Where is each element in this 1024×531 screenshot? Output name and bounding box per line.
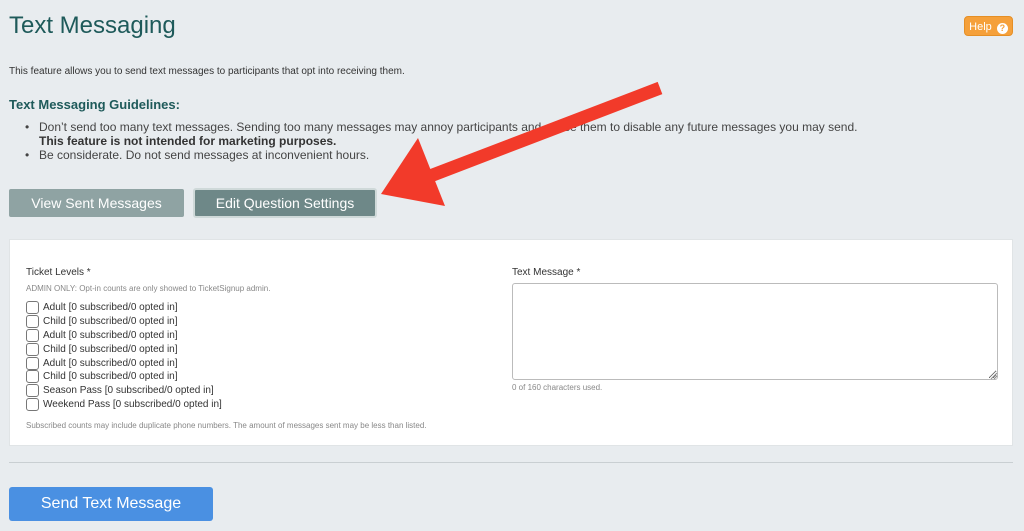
guideline-item: Don’t send too many text messages. Sendi…	[23, 120, 923, 148]
ticket-level-checkbox[interactable]	[26, 384, 39, 398]
ticket-level-label: Child [0 subscribed/0 opted in]	[43, 371, 178, 383]
ticket-level-label: Child [0 subscribed/0 opted in]	[43, 343, 178, 355]
text-message-label: Text Message *	[512, 267, 581, 278]
send-text-message-button[interactable]: Send Text Message	[9, 487, 213, 521]
ticket-level-label: Weekend Pass [0 subscribed/0 opted in]	[43, 398, 222, 410]
question-circle-icon: ?	[996, 23, 1008, 34]
guideline-item: Be considerate. Do not send messages at …	[23, 148, 923, 162]
ticket-level-item[interactable]: Child [0 subscribed/0 opted in]	[26, 370, 222, 384]
view-sent-messages-button[interactable]: View Sent Messages	[9, 189, 184, 217]
ticket-level-checkbox[interactable]	[26, 315, 39, 329]
subscribed-note: Subscribed counts may include duplicate …	[26, 421, 427, 430]
ticket-level-item[interactable]: Adult [0 subscribed/0 opted in]	[26, 328, 222, 343]
page-title: Text Messaging	[9, 12, 176, 39]
divider	[9, 462, 1013, 463]
guideline-strong-text: This feature is not intended for marketi…	[39, 134, 337, 148]
help-label: Help	[969, 21, 992, 33]
ticket-level-item[interactable]: Adult [0 subscribed/0 opted in]	[26, 301, 222, 315]
ticket-level-checkbox[interactable]	[26, 301, 39, 315]
text-message-input[interactable]	[512, 283, 998, 380]
ticket-level-label: Adult [0 subscribed/0 opted in]	[43, 302, 178, 314]
ticket-level-checkbox[interactable]	[26, 370, 39, 384]
character-count: 0 of 160 characters used.	[512, 383, 603, 392]
message-form-panel: Ticket Levels * ADMIN ONLY: Opt-in count…	[9, 239, 1013, 446]
ticket-level-item[interactable]: Adult [0 subscribed/0 opted in]	[26, 356, 222, 370]
ticket-levels-label: Ticket Levels *	[26, 267, 91, 278]
ticket-level-label: Adult [0 subscribed/0 opted in]	[43, 357, 178, 369]
help-button[interactable]: Help ?	[964, 16, 1013, 36]
ticket-level-item[interactable]: Weekend Pass [0 subscribed/0 opted in]	[26, 397, 222, 412]
ticket-level-checkbox[interactable]	[26, 342, 39, 356]
ticket-level-checkbox[interactable]	[26, 356, 39, 370]
resize-grip-icon[interactable]	[990, 372, 998, 380]
admin-note: ADMIN ONLY: Opt-in counts are only showe…	[26, 284, 271, 293]
guidelines-list: Don’t send too many text messages. Sendi…	[23, 120, 923, 162]
guideline-text: Be considerate. Do not send messages at …	[39, 148, 370, 162]
ticket-level-checkbox[interactable]	[26, 397, 39, 411]
guideline-text: Don’t send too many text messages. Sendi…	[39, 120, 858, 134]
ticket-level-item[interactable]: Child [0 subscribed/0 opted in]	[26, 315, 222, 329]
ticket-level-label: Season Pass [0 subscribed/0 opted in]	[43, 385, 214, 397]
edit-question-settings-button[interactable]: Edit Question Settings	[193, 188, 377, 218]
guidelines-title: Text Messaging Guidelines:	[9, 97, 180, 112]
ticket-level-checkbox[interactable]	[26, 328, 39, 342]
ticket-level-item[interactable]: Child [0 subscribed/0 opted in]	[26, 342, 222, 356]
ticket-level-list: Adult [0 subscribed/0 opted in] Child [0…	[26, 301, 222, 411]
intro-text: This feature allows you to send text mes…	[9, 66, 405, 77]
ticket-level-label: Adult [0 subscribed/0 opted in]	[43, 329, 178, 341]
ticket-level-label: Child [0 subscribed/0 opted in]	[43, 316, 178, 328]
ticket-level-item[interactable]: Season Pass [0 subscribed/0 opted in]	[26, 384, 222, 398]
